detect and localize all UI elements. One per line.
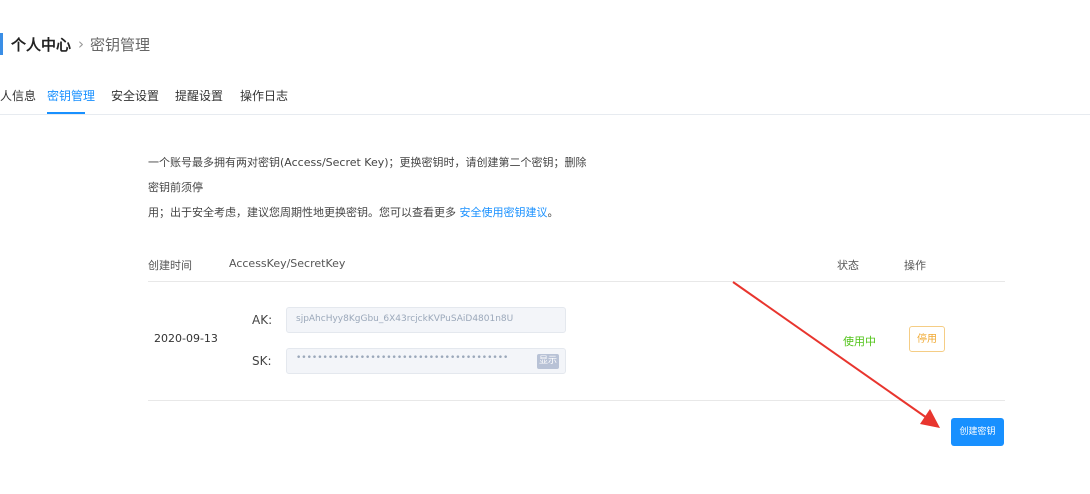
disable-key-button[interactable]: 停用 — [909, 326, 945, 352]
header-action: 操作 — [904, 259, 926, 272]
security-advice-link[interactable]: 安全使用密钥建议 — [460, 206, 548, 219]
annotation-arrow-head — [920, 409, 940, 428]
tab-bar: 人信息 密钥管理 安全设置 提醒设置 操作日志 — [0, 84, 1090, 114]
notice-line-1: 一个账号最多拥有两对密钥(Access/Secret Key)；更换密钥时，请创… — [148, 156, 587, 194]
chevron-right-icon: › — [78, 35, 85, 53]
breadcrumb-personal-center[interactable]: 个人中心 — [11, 34, 71, 55]
key-notice: 一个账号最多拥有两对密钥(Access/Secret Key)；更换密钥时，请创… — [148, 150, 588, 225]
status-badge: 使用中 — [843, 335, 876, 348]
secret-key-masked-value: •••••••••••••••••••••••••••••••••••••••• — [296, 353, 509, 363]
tab-security-settings[interactable]: 安全设置 — [111, 87, 159, 104]
access-key-field[interactable]: sjpAhcHyy8KgGbu_6X43rcjckKVPuSAiD4801n8U — [286, 307, 566, 333]
tab-key-management[interactable]: 密钥管理 — [47, 87, 95, 104]
annotation-arrow — [732, 281, 940, 428]
tabs-divider — [0, 114, 1090, 115]
tab-personal-info[interactable]: 人信息 — [0, 87, 36, 104]
notice-line-2-tail: 。 — [547, 206, 559, 219]
breadcrumb-page-title: 密钥管理 — [90, 35, 151, 54]
sk-label: SK: — [252, 354, 272, 368]
notice-line-2-text: 用；出于安全考虑，建议您周期性地更换密钥。您可以查看更多 — [148, 206, 460, 219]
tab-reminder-settings[interactable]: 提醒设置 — [175, 87, 223, 104]
tab-operation-log[interactable]: 操作日志 — [240, 87, 288, 104]
create-key-button[interactable]: 创建密钥 — [951, 418, 1004, 446]
table-header-divider — [148, 281, 1005, 282]
table-bottom-divider — [148, 400, 1005, 401]
breadcrumb: 个人中心 › 密钥管理 — [11, 34, 150, 54]
header-created-time: 创建时间 — [148, 259, 192, 272]
left-accent-bar — [0, 33, 3, 55]
header-access-secret-key: AccessKey/SecretKey — [229, 257, 346, 270]
header-status: 状态 — [837, 259, 859, 272]
access-key-value: sjpAhcHyy8KgGbu_6X43rcjckKVPuSAiD4801n8U — [296, 314, 514, 324]
created-date: 2020-09-13 — [154, 332, 218, 345]
show-secret-button[interactable]: 显示 — [537, 354, 559, 369]
ak-label: AK: — [252, 313, 273, 327]
annotation-arrow-shaft — [732, 281, 928, 419]
notice-line-2: 用；出于安全考虑，建议您周期性地更换密钥。您可以查看更多 安全使用密钥建议。 — [148, 200, 588, 225]
secret-key-field[interactable]: ••••••••••••••••••••••••••••••••••••••••… — [286, 348, 566, 374]
